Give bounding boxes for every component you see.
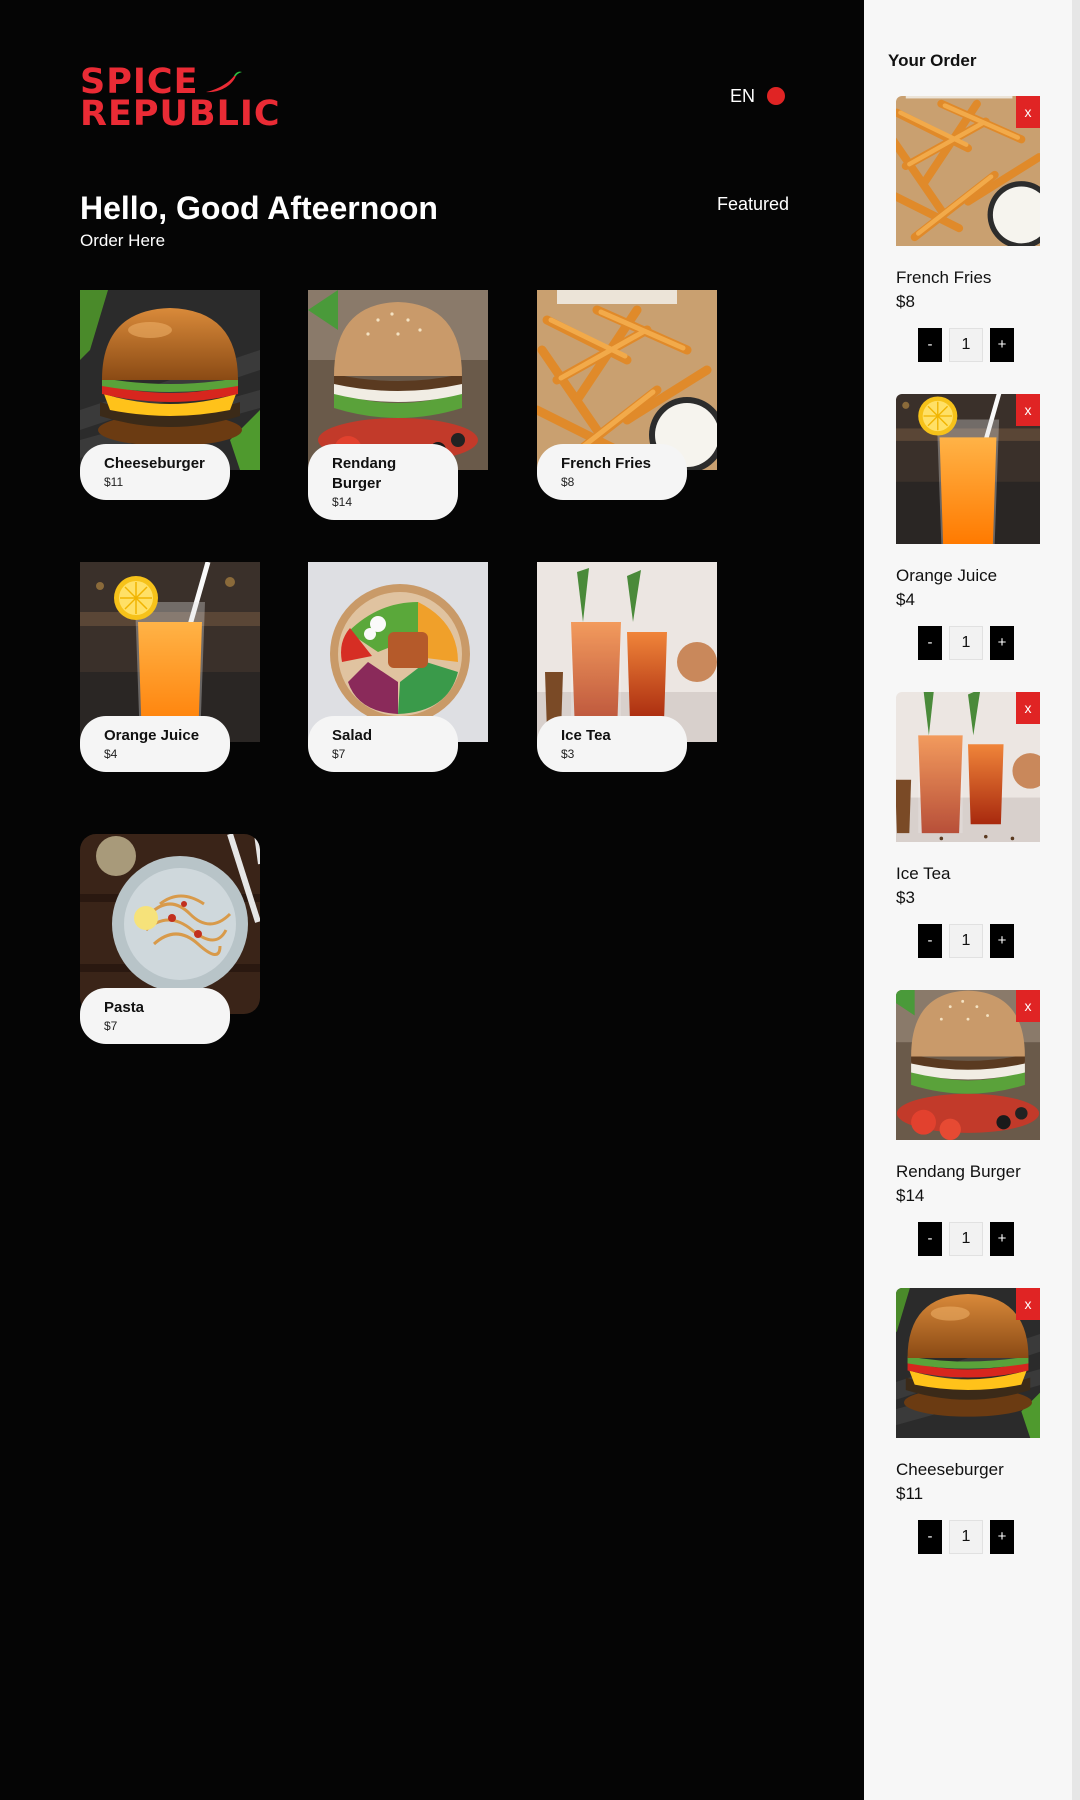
increase-quantity-button[interactable]: + (990, 328, 1014, 362)
quantity-stepper: - + (918, 626, 1018, 660)
order-item-name: French Fries (896, 268, 992, 287)
page-subtitle: Order Here (80, 231, 166, 250)
quantity-input[interactable] (949, 328, 983, 362)
decrease-quantity-button[interactable]: - (918, 328, 942, 362)
quantity-stepper: - + (918, 1520, 1018, 1554)
menu-card-orange-juice[interactable]: Orange Juice $4 (80, 562, 260, 772)
remove-item-button[interactable]: x (1016, 692, 1040, 724)
page-title: Hello, Good Afteernoon (80, 190, 438, 226)
order-item: x Cheeseburger $11 - + (896, 1288, 1040, 1578)
quantity-input[interactable] (949, 1222, 983, 1256)
order-title: Your Order (888, 51, 977, 70)
ice-tea-image (537, 562, 717, 742)
menu-card-label: Salad $7 (308, 716, 458, 772)
increase-quantity-button[interactable]: + (990, 1222, 1014, 1256)
order-item: x French Fries $8 - + (896, 96, 1040, 386)
remove-item-button[interactable]: x (1016, 394, 1040, 426)
menu-card-salad[interactable]: Salad $7 (308, 562, 488, 772)
brand-logo[interactable]: SPICE REPUBLIC (80, 65, 281, 134)
chili-pepper-icon (206, 71, 242, 93)
increase-quantity-button[interactable]: + (990, 1520, 1014, 1554)
menu-item-price: $7 (104, 1019, 118, 1033)
sidebar-scrollbar[interactable] (1072, 0, 1080, 1800)
order-item-name: Cheeseburger (896, 1460, 1004, 1479)
menu-item-price: $11 (104, 475, 124, 489)
menu-item-price: $8 (561, 475, 575, 489)
orange-juice-image (80, 562, 260, 742)
menu-card-label: Ice Tea $3 (537, 716, 687, 772)
decrease-quantity-button[interactable]: - (918, 626, 942, 660)
order-item-price: $3 (896, 888, 915, 907)
menu-item-name: Cheeseburger (104, 455, 205, 472)
menu-item-price: $7 (332, 747, 346, 761)
menu-card-ice-tea[interactable]: Ice Tea $3 (537, 562, 717, 772)
quantity-stepper: - + (918, 924, 1018, 958)
increase-quantity-button[interactable]: + (990, 626, 1014, 660)
remove-item-button[interactable]: x (1016, 990, 1040, 1022)
featured-link[interactable]: Featured (717, 194, 789, 215)
language-selector[interactable]: EN (730, 86, 755, 107)
menu-item-name: French Fries (561, 455, 652, 472)
menu-card-rendang-burger[interactable]: Rendang Burger $14 (308, 290, 488, 520)
menu-item-name: Pasta (104, 999, 145, 1016)
increase-quantity-button[interactable]: + (990, 924, 1014, 958)
order-item-price: $11 (896, 1484, 924, 1503)
menu-card-label: Pasta $7 (80, 988, 230, 1044)
menu-item-name: Salad (332, 727, 373, 744)
menu-card-pasta[interactable]: Pasta $7 (80, 834, 260, 1044)
quantity-input[interactable] (949, 626, 983, 660)
order-sidebar: Your Order x French Fries $8 - + x Orang… (864, 0, 1072, 1800)
cheeseburger-image (80, 290, 260, 470)
order-item-name: Rendang Burger (896, 1162, 1021, 1181)
salad-image (308, 562, 488, 742)
order-item: x Orange Juice $4 - + (896, 394, 1040, 684)
french-fries-image (537, 290, 717, 470)
menu-item-name: Orange Juice (104, 727, 200, 744)
menu-card-cheeseburger[interactable]: Cheeseburger $11 (80, 290, 260, 500)
remove-item-button[interactable]: x (1016, 1288, 1040, 1320)
menu-item-name: Ice Tea (561, 727, 611, 744)
rendang-burger-image (308, 290, 488, 470)
order-item: x Rendang Burger $14 - + (896, 990, 1040, 1280)
quantity-stepper: - + (918, 1222, 1018, 1256)
status-dot-icon (767, 87, 785, 105)
order-item-name: Ice Tea (896, 864, 951, 883)
menu-item-name: Rendang Burger (332, 455, 397, 492)
menu-item-price: $3 (561, 747, 575, 761)
order-item-price: $14 (896, 1186, 925, 1205)
order-item-name: Orange Juice (896, 566, 998, 585)
decrease-quantity-button[interactable]: - (918, 924, 942, 958)
decrease-quantity-button[interactable]: - (918, 1520, 942, 1554)
menu-card-label: French Fries $8 (537, 444, 687, 500)
brand-line-2: REPUBLIC (80, 94, 281, 134)
order-item-price: $8 (896, 292, 915, 311)
menu-card-french-fries[interactable]: French Fries $8 (537, 290, 717, 500)
pasta-image (80, 834, 260, 1014)
quantity-input[interactable] (949, 924, 983, 958)
menu-item-price: $14 (332, 495, 353, 509)
menu-card-label: Cheeseburger $11 (80, 444, 230, 500)
menu-item-price: $4 (104, 747, 118, 761)
quantity-stepper: - + (918, 328, 1018, 362)
decrease-quantity-button[interactable]: - (918, 1222, 942, 1256)
remove-item-button[interactable]: x (1016, 96, 1040, 128)
quantity-input[interactable] (949, 1520, 983, 1554)
order-item: x Ice Tea $3 - + (896, 692, 1040, 982)
menu-card-label: Rendang Burger $14 (308, 444, 458, 520)
order-item-price: $4 (896, 590, 915, 609)
menu-card-label: Orange Juice $4 (80, 716, 230, 772)
